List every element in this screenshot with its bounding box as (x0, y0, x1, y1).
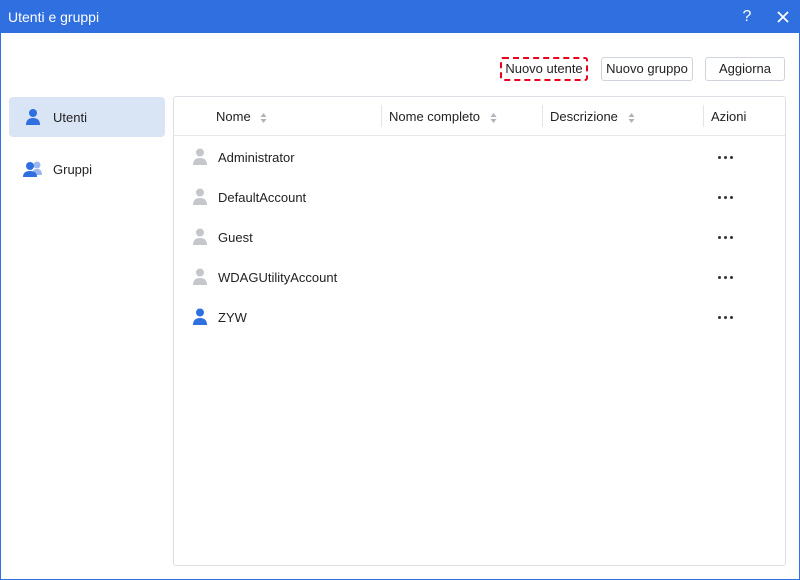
table-header: Nome Nome completo Descrizione Azioni (174, 97, 785, 136)
users-groups-window: Utenti e gruppi ? Nuovo utente Nuovo gru… (0, 0, 800, 580)
users-table: Nome Nome completo Descrizione Azioni Ad… (173, 96, 786, 566)
group-icon (23, 160, 43, 178)
more-actions-button[interactable] (714, 187, 742, 207)
close-icon (777, 11, 789, 23)
sidebar-item-label: Utenti (53, 110, 87, 125)
user-icon (192, 308, 208, 325)
user-icon (192, 148, 208, 165)
column-divider[interactable] (381, 105, 382, 127)
sort-icon (260, 112, 267, 123)
sidebar: Utenti Gruppi (9, 97, 165, 201)
column-divider[interactable] (703, 105, 704, 127)
user-icon (192, 188, 208, 205)
window-title: Utenti e gruppi (8, 9, 100, 25)
sort-icon (628, 112, 635, 123)
column-header-label: Nome (216, 109, 251, 124)
table-row[interactable]: DefaultAccount (174, 177, 785, 217)
sidebar-item-label: Gruppi (53, 162, 93, 177)
user-name: WDAGUtilityAccount (218, 270, 338, 285)
sidebar-item-groups[interactable]: Gruppi (9, 149, 165, 189)
user-icon (192, 228, 208, 245)
column-header-label: Nome completo (389, 109, 481, 124)
column-header-name[interactable]: Nome (216, 109, 267, 124)
table-row[interactable]: Guest (174, 217, 785, 257)
user-icon (23, 108, 43, 126)
column-header-full-name[interactable]: Nome completo (389, 109, 497, 124)
title-bar: Utenti e gruppi ? (1, 1, 799, 33)
table-row[interactable]: ZYW (174, 297, 785, 337)
user-name: DefaultAccount (218, 190, 307, 205)
column-header-description[interactable]: Descrizione (550, 109, 635, 124)
sort-icon (490, 112, 497, 123)
user-name: ZYW (218, 310, 247, 325)
refresh-button[interactable]: Aggiorna (705, 57, 785, 81)
user-icon (192, 268, 208, 285)
column-header-actions: Azioni (711, 109, 747, 124)
user-name: Guest (218, 230, 253, 245)
sidebar-item-users[interactable]: Utenti (9, 97, 165, 137)
more-actions-button[interactable] (714, 227, 742, 247)
new-user-button[interactable]: Nuovo utente (500, 57, 588, 81)
user-name: Administrator (218, 150, 295, 165)
more-actions-button[interactable] (714, 307, 742, 327)
new-group-button[interactable]: Nuovo gruppo (601, 57, 693, 81)
more-actions-button[interactable] (714, 267, 742, 287)
table-row[interactable]: WDAGUtilityAccount (174, 257, 785, 297)
close-button[interactable] (771, 3, 795, 31)
more-actions-button[interactable] (714, 147, 742, 167)
column-divider[interactable] (542, 105, 543, 127)
column-header-label: Descrizione (550, 109, 618, 124)
help-button[interactable]: ? (735, 3, 759, 31)
table-row[interactable]: Administrator (174, 137, 785, 177)
